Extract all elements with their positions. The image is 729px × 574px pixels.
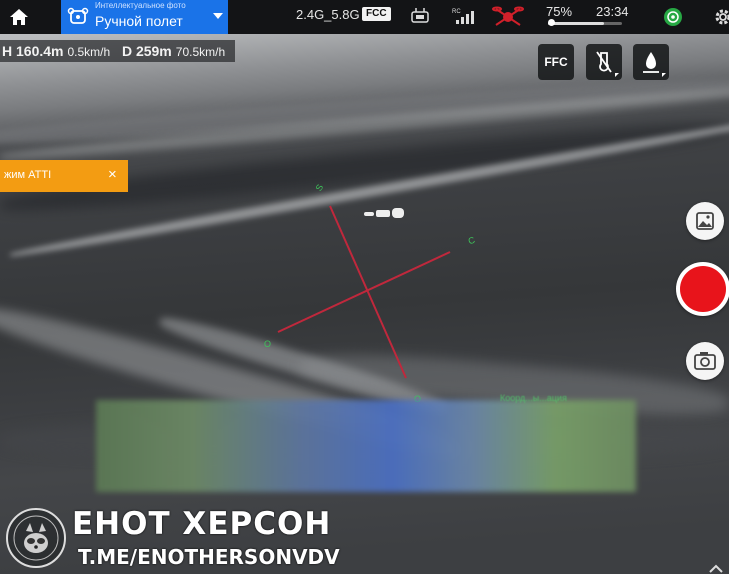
svg-text:RC: RC	[452, 9, 461, 15]
drone-mode-icon	[67, 7, 89, 24]
expand-icon[interactable]	[704, 562, 728, 574]
ffc-calibration-button[interactable]: FFC	[538, 44, 574, 80]
frequency-band: 2.4G_5.8G	[296, 7, 360, 22]
flight-mode-title: Ручной полет	[95, 13, 183, 29]
gallery-button[interactable]	[686, 202, 724, 240]
horizontal-speed-readout: 70.5km/h	[175, 45, 226, 59]
battery-level-fill	[548, 22, 604, 25]
toast-message: жим ATTI	[4, 169, 52, 181]
camera-settings-button[interactable]	[686, 342, 724, 380]
record-button[interactable]	[676, 262, 729, 316]
battery-level-bar	[548, 22, 622, 25]
settings-icon[interactable]	[712, 6, 729, 28]
drone-status-icon	[492, 6, 524, 26]
thermal-camera-feed: S C O O Коорд...ы...ация	[0, 0, 729, 574]
battery-marker	[548, 19, 555, 26]
vertical-speed-readout: 0.5km/h	[67, 45, 111, 59]
gps-icon	[664, 8, 682, 26]
toast-close-button[interactable]: ×	[108, 167, 117, 183]
watermark-logo	[6, 508, 66, 568]
overlay-green-text: Коорд...ы...ация	[500, 393, 567, 403]
gain-mode-button[interactable]	[633, 44, 669, 80]
chevron-down-icon	[662, 73, 666, 77]
chevron-down-icon	[213, 13, 223, 19]
svg-text:C: C	[467, 235, 477, 247]
thermal-palette-button[interactable]	[586, 44, 622, 80]
watermark-link: T.ME/ENOTHERSONVDV	[78, 545, 340, 569]
altitude-readout: H 160.4m	[2, 43, 64, 59]
remote-controller-icon	[411, 8, 429, 23]
flight-mode-subtitle: Интеллектуальное фото	[95, 1, 186, 10]
atti-mode-toast: жим ATTI ×	[0, 160, 128, 192]
watermark-title: ЕНОТ ХЕРСОН	[72, 506, 332, 542]
flight-mode-dropdown[interactable]: Интеллектуальное фото Ручной полет	[61, 0, 228, 34]
signal-bars-icon: RC	[452, 9, 474, 24]
chevron-down-icon	[615, 73, 619, 77]
telemetry-readout: H 160.4m 0.5km/h D 259m 70.5km/h	[0, 40, 236, 62]
gallery-icon	[696, 212, 714, 230]
record-icon	[680, 266, 726, 312]
home-button[interactable]	[6, 4, 32, 30]
home-icon	[10, 9, 28, 25]
distance-readout: D 259m	[121, 43, 172, 59]
clock: 23:34	[596, 4, 629, 19]
svg-text:S: S	[314, 183, 326, 193]
battery-percent: 75%	[546, 4, 573, 19]
camera-settings-icon	[694, 352, 716, 370]
svg-text:O: O	[264, 339, 271, 349]
top-status-bar: Интеллектуальное фото Ручной полет 2.4G_…	[0, 0, 729, 34]
fcc-badge[interactable]: FCC	[362, 7, 391, 21]
censor-blur-box	[96, 400, 636, 492]
